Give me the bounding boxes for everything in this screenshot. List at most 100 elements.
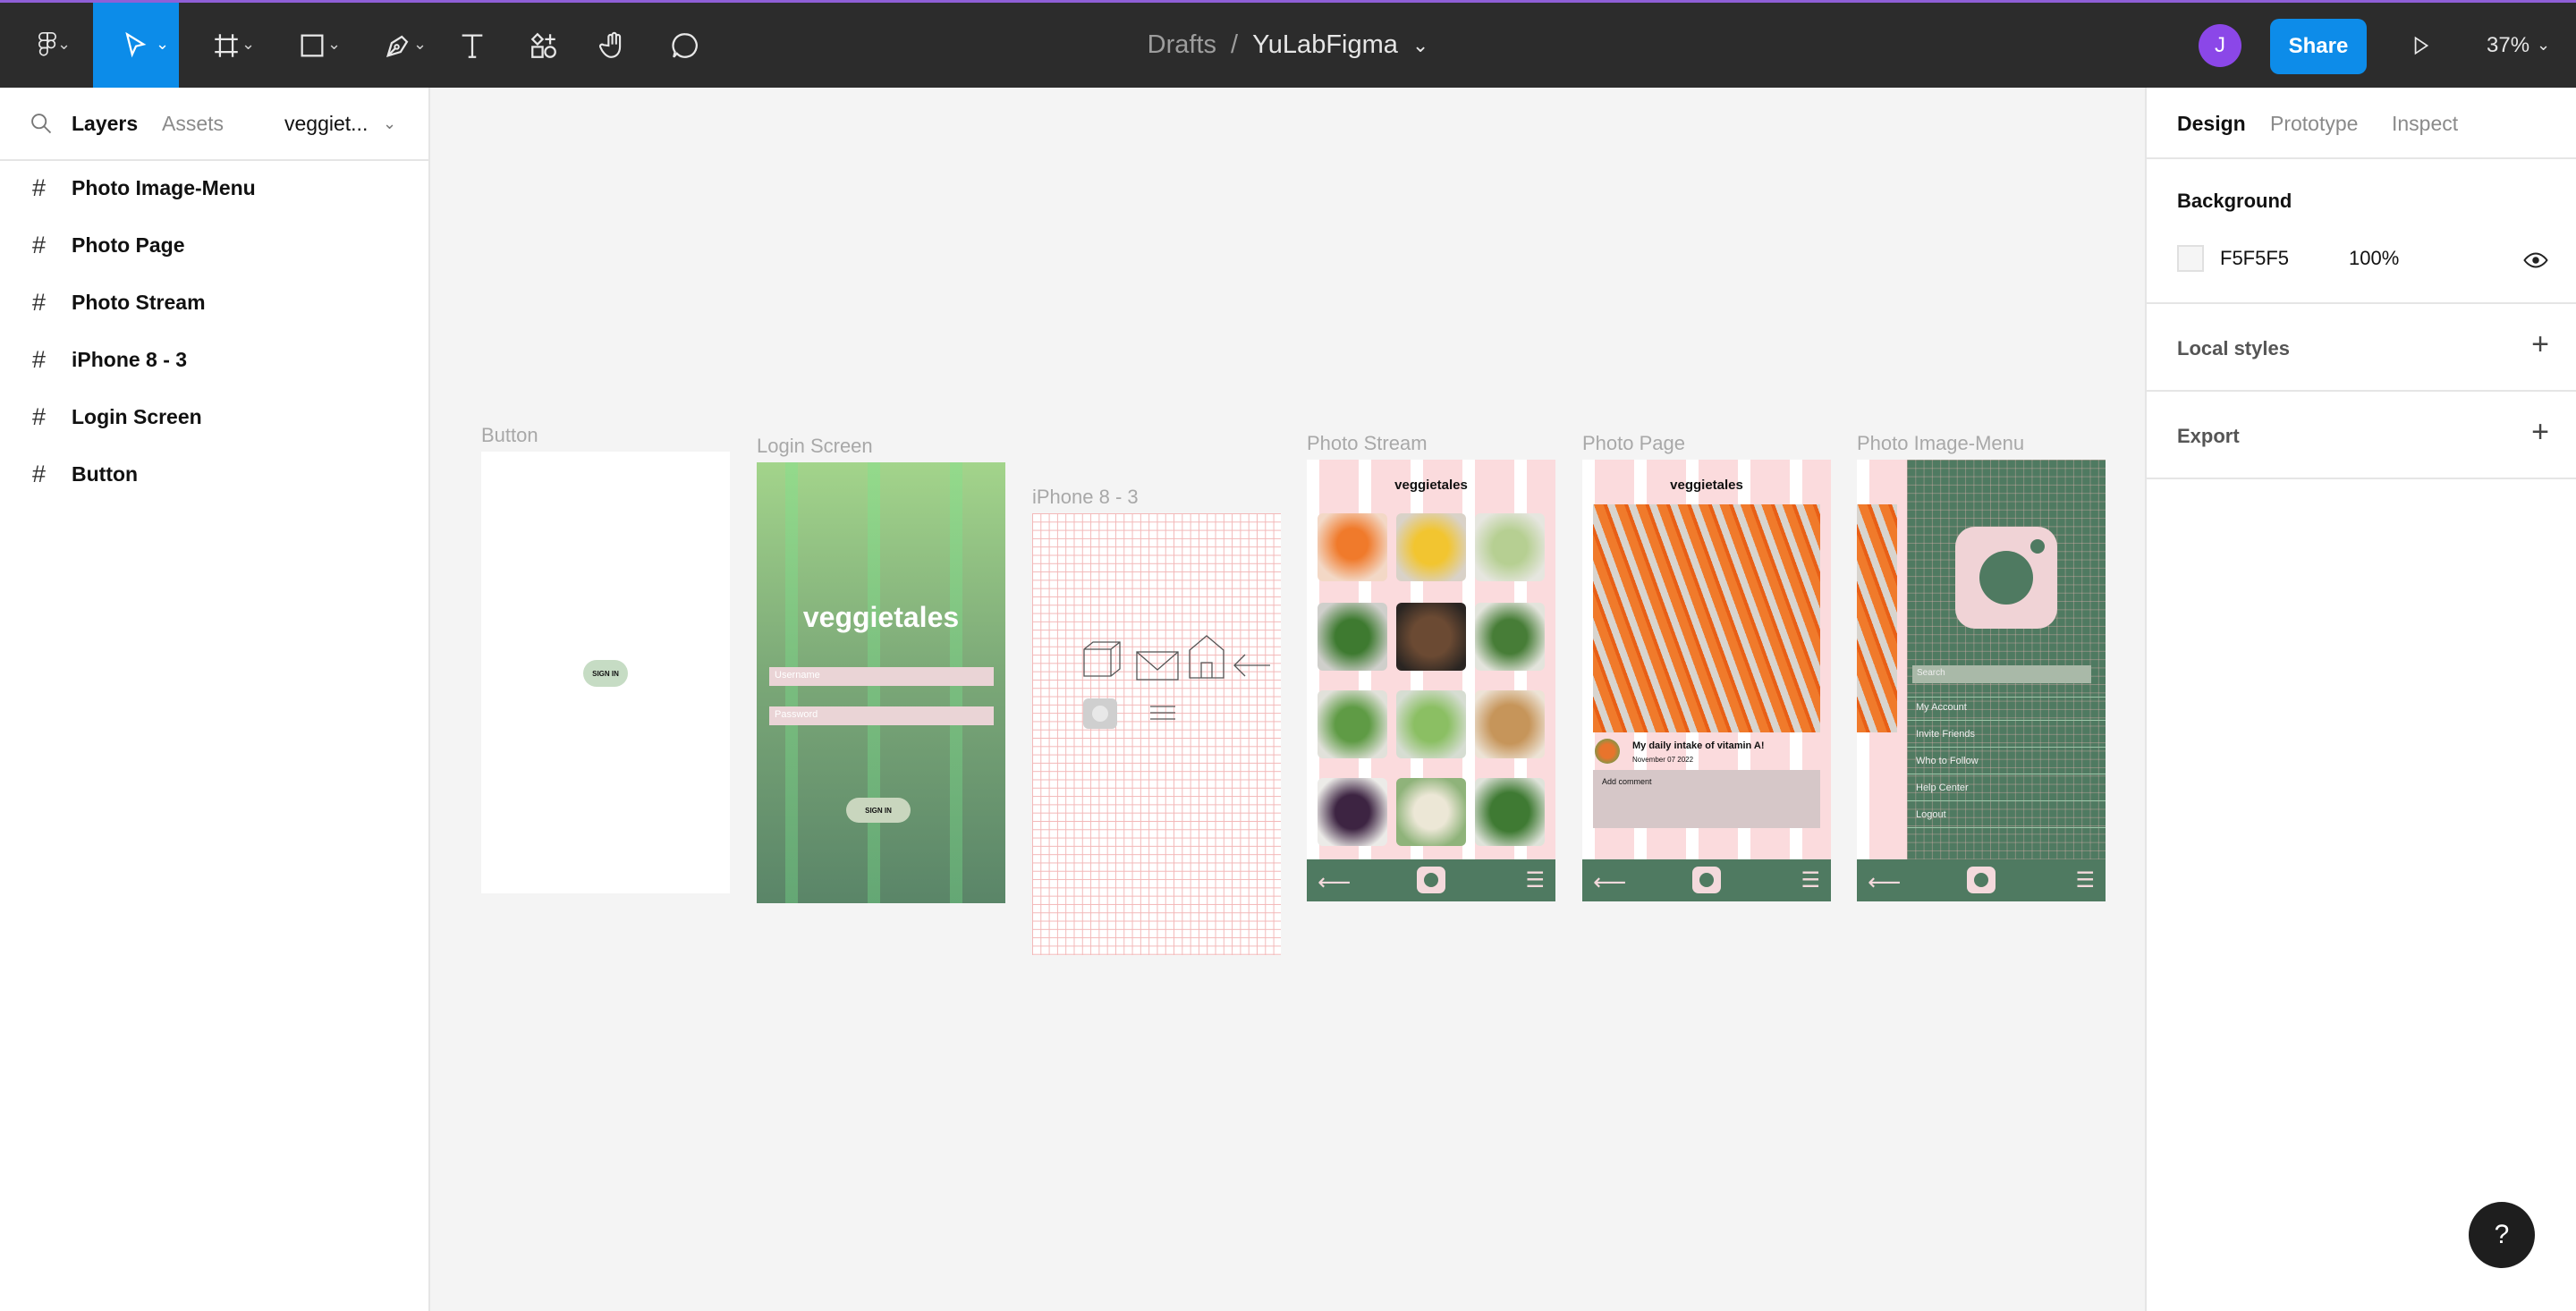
menu-icon[interactable]: ☰ — [1801, 870, 1820, 892]
menu-item-my-account[interactable]: My Account — [1916, 702, 1967, 713]
photo-bok-choy[interactable] — [1396, 690, 1466, 758]
breadcrumb-separator: / — [1231, 30, 1239, 59]
frame-login-screen[interactable]: veggietales Username Password SIGN IN — [757, 462, 1005, 903]
frame-label[interactable]: Button — [481, 424, 538, 447]
breadcrumb: Drafts / YuLabFigma ⌄ — [0, 3, 2576, 88]
search-icon[interactable] — [29, 111, 54, 136]
avatar[interactable]: J — [2199, 24, 2241, 67]
frame-icon: # — [32, 231, 47, 258]
chevron-down-icon: ⌄ — [2537, 36, 2551, 54]
menu-item-invite-friends[interactable]: Invite Friends — [1916, 729, 1975, 740]
menu-icon[interactable]: ☰ — [1525, 870, 1545, 892]
layer-item[interactable]: # Login Screen — [0, 390, 428, 444]
frame-button[interactable]: SIGN IN — [481, 452, 730, 893]
frame-label[interactable]: Login Screen — [757, 435, 873, 458]
export-title: Export — [2177, 425, 2240, 447]
export-section: Export + — [2147, 393, 2576, 479]
photo-corn[interactable] — [1396, 513, 1466, 581]
layer-item[interactable]: # Photo Image-Menu — [0, 161, 428, 215]
background-hex-input[interactable]: F5F5F5 — [2220, 247, 2289, 270]
camera-icon[interactable] — [1692, 867, 1721, 893]
tab-inspect[interactable]: Inspect — [2392, 88, 2458, 159]
photo-mushrooms[interactable] — [1396, 603, 1466, 671]
frame-photo-page[interactable]: veggietales My daily intake of vitamin A… — [1582, 460, 1831, 901]
frame-label[interactable]: iPhone 8 - 3 — [1032, 486, 1139, 509]
post-title: My daily intake of vitamin A! — [1632, 740, 1765, 751]
arrow-left-icon[interactable]: ⟵ — [1868, 870, 1901, 893]
zoom-menu[interactable]: 37% ⌄ — [2487, 3, 2550, 88]
side-menu: Search My Account Invite Friends Who to … — [1907, 460, 2106, 901]
page-selector[interactable]: veggiet... — [284, 88, 368, 159]
eye-icon[interactable] — [2522, 247, 2549, 274]
plus-icon[interactable]: + — [2531, 415, 2549, 450]
frame-label[interactable]: Photo Image-Menu — [1857, 432, 2024, 455]
layer-item[interactable]: # Button — [0, 447, 428, 501]
tab-layers[interactable]: Layers — [72, 88, 138, 159]
menu-item-who-to-follow[interactable]: Who to Follow — [1916, 756, 1979, 766]
zoom-level: 37% — [2487, 32, 2530, 57]
bottom-nav: ⟵ ☰ — [1857, 859, 2106, 901]
comment-field[interactable]: Add comment — [1593, 770, 1820, 828]
bottom-nav: ⟵ ☰ — [1582, 859, 1831, 901]
sign-in-button[interactable]: SIGN IN — [583, 660, 628, 687]
tab-prototype[interactable]: Prototype — [2270, 88, 2358, 159]
menu-icon[interactable]: ☰ — [2075, 870, 2095, 892]
mail-icon — [1136, 651, 1179, 681]
photo-broccoli[interactable] — [1475, 778, 1545, 846]
file-name[interactable]: YuLabFigma — [1252, 30, 1398, 60]
frame-label[interactable]: Photo Page — [1582, 432, 1685, 455]
camera-icon — [1955, 527, 2057, 629]
avatar[interactable] — [1595, 739, 1620, 764]
tab-assets[interactable]: Assets — [162, 88, 224, 159]
photo-zucchini[interactable] — [1475, 513, 1545, 581]
plus-icon[interactable]: + — [2531, 327, 2549, 362]
chevron-down-icon[interactable]: ⌄ — [383, 88, 396, 159]
photo-carrots[interactable] — [1318, 513, 1387, 581]
local-styles-section: Local styles + — [2147, 306, 2576, 392]
bottom-nav: ⟵ ☰ — [1307, 859, 1555, 901]
photo-scallions[interactable] — [1318, 690, 1387, 758]
layer-item[interactable]: # Photo Stream — [0, 275, 428, 329]
layer-label: iPhone 8 - 3 — [72, 347, 188, 371]
background-opacity-input[interactable]: 100% — [2349, 247, 2399, 270]
breadcrumb-parent[interactable]: Drafts — [1148, 30, 1216, 60]
photo-spinach[interactable] — [1475, 603, 1545, 671]
frame-photo-image-menu[interactable]: Search My Account Invite Friends Who to … — [1857, 460, 2106, 901]
sign-in-button[interactable]: SIGN IN — [846, 798, 911, 823]
layer-label: Photo Stream — [72, 290, 206, 314]
menu-item-logout[interactable]: Logout — [1916, 809, 1946, 820]
arrow-left-icon[interactable]: ⟵ — [1318, 870, 1351, 893]
search-input[interactable]: Search — [1912, 665, 2091, 683]
username-field[interactable]: Username — [769, 667, 994, 686]
password-field[interactable]: Password — [769, 706, 994, 725]
frame-icon: # — [32, 173, 47, 201]
photo-greens[interactable] — [1318, 603, 1387, 671]
login-title: veggietales — [802, 601, 960, 633]
frame-label[interactable]: Photo Stream — [1307, 432, 1428, 455]
layer-item[interactable]: # iPhone 8 - 3 — [0, 333, 428, 386]
layer-label: Photo Image-Menu — [72, 175, 256, 199]
help-button[interactable]: ? — [2469, 1202, 2535, 1268]
play-icon — [2414, 36, 2429, 55]
photo-potatoes[interactable] — [1475, 690, 1545, 758]
frame-icon: # — [32, 402, 47, 430]
frame-iphone-8-3[interactable] — [1032, 513, 1281, 955]
tab-design[interactable]: Design — [2177, 88, 2246, 159]
left-panel-tabs: Layers Assets veggiet... ⌄ — [0, 88, 428, 161]
frame-photo-stream[interactable]: veggietales ⟵ ☰ — [1307, 460, 1555, 901]
layer-item[interactable]: # Photo Page — [0, 218, 428, 272]
page-title: veggietales — [1670, 478, 1743, 493]
share-button[interactable]: Share — [2270, 19, 2367, 74]
color-swatch[interactable] — [2177, 245, 2204, 272]
photo-cauliflower[interactable] — [1396, 778, 1466, 846]
menu-item-help-center[interactable]: Help Center — [1916, 782, 1969, 793]
photo-eggplant[interactable] — [1318, 778, 1387, 846]
camera-icon[interactable] — [1417, 867, 1445, 893]
present-button[interactable] — [2402, 3, 2438, 88]
stream-title: veggietales — [1394, 478, 1468, 493]
top-toolbar: ⌄ ⌄ ⌄ ⌄ ⌄ Drafts / YuLabFigma ⌄ J Share … — [0, 0, 2576, 88]
hero-photo-carrots[interactable] — [1593, 504, 1820, 732]
chevron-down-icon[interactable]: ⌄ — [1412, 34, 1428, 57]
arrow-left-icon[interactable]: ⟵ — [1593, 870, 1626, 893]
camera-icon[interactable] — [1967, 867, 1996, 893]
